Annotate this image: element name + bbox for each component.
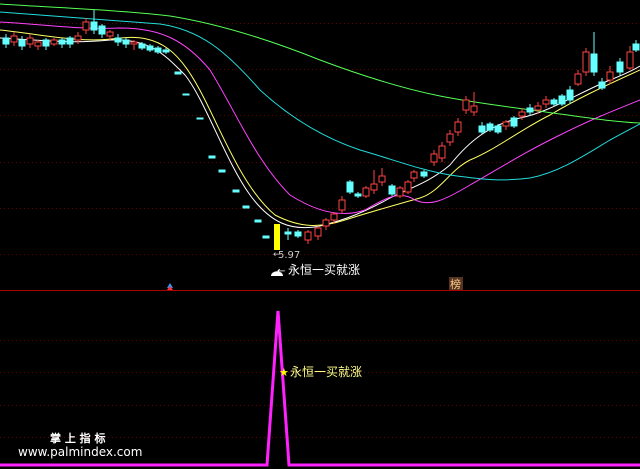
stock-chart: 5.97 ← ← 永恒一买就涨 榜 ★ 永恒一买就涨 掌 上 指 标 www.p… (0, 3, 640, 467)
candle-body (254, 219, 262, 223)
candle-body (314, 227, 322, 237)
candle-body (346, 181, 354, 193)
candle-body (262, 235, 270, 239)
candle-body (598, 81, 606, 89)
candle-body (430, 153, 438, 163)
watermark-title: 掌 上 指 标 (50, 431, 106, 445)
candle-body (294, 231, 302, 237)
candle-body (10, 35, 18, 43)
candle-body (626, 51, 634, 69)
candle-body (82, 21, 90, 31)
candle-body (162, 49, 170, 53)
candle-body (632, 43, 640, 51)
top-badge: 榜 (450, 277, 461, 291)
candle-body (616, 61, 624, 73)
candle-body (420, 171, 428, 177)
candle-body (526, 107, 534, 113)
ma-line (0, 11, 640, 181)
candle-body (510, 117, 518, 127)
signal-bar (274, 224, 280, 250)
candle-body (42, 39, 50, 47)
candle-body (146, 45, 154, 51)
candle-body (2, 37, 10, 45)
candle-body (66, 37, 74, 45)
candle-body (396, 187, 404, 197)
candle-body (106, 31, 114, 37)
candle-body (208, 155, 216, 159)
candle-body (486, 123, 494, 131)
candle-body (130, 41, 138, 45)
candle-body (590, 53, 598, 73)
candle-body (410, 171, 418, 179)
ma-line (0, 29, 640, 226)
candle-body (18, 39, 26, 47)
candle-body (34, 41, 42, 47)
candle-body (354, 193, 362, 197)
indicator-signal-label: 永恒一买就涨 (290, 364, 362, 379)
candle-body (438, 145, 446, 159)
candle-body (494, 125, 502, 133)
watermark-url: www.palmindex.com (18, 445, 142, 459)
candle-body (454, 121, 462, 133)
candle-body (182, 93, 190, 96)
candle-body (370, 183, 378, 191)
candle-body (330, 213, 338, 221)
candle-body (90, 21, 98, 31)
candle-body (98, 25, 106, 35)
candle-body (446, 133, 454, 143)
candle-body (122, 39, 130, 45)
star-icon: ★ (279, 366, 289, 379)
candle-body (74, 35, 82, 41)
candle-body (362, 187, 370, 197)
candle-body (566, 89, 574, 101)
low-price-label: 5.97 (278, 250, 300, 261)
candle-body (58, 39, 66, 45)
candle-body (174, 71, 182, 75)
candle-body (304, 231, 312, 241)
candle-body (284, 231, 292, 235)
candle-body (478, 125, 486, 133)
candle-body (518, 111, 526, 117)
candle-body (26, 37, 34, 45)
candle-body (232, 189, 240, 193)
candle-body (606, 71, 614, 81)
candle-body (322, 219, 330, 227)
candle-body (242, 205, 250, 209)
candle-body (582, 51, 590, 73)
candle-body (534, 105, 542, 111)
candle-body (50, 39, 58, 45)
candle-body (154, 47, 162, 53)
candle-body (542, 99, 550, 105)
candle-body (378, 175, 386, 183)
candle-body (558, 95, 566, 105)
candle-body (114, 37, 122, 43)
candle-body (218, 169, 226, 173)
buy-signal-label: 永恒一买就涨 (288, 262, 360, 277)
candle-body (574, 73, 582, 85)
candle-body (138, 43, 146, 49)
signal-arrow-icon: ← (277, 266, 285, 277)
low-arrow-icon: ← (273, 250, 281, 260)
candle-body (388, 185, 396, 195)
candle-body (404, 181, 412, 193)
candle-body (196, 117, 204, 120)
candle-body (470, 105, 478, 113)
candle-body (462, 99, 470, 111)
candle-body (502, 121, 510, 127)
candle-body (550, 99, 558, 105)
candle-body (338, 199, 346, 211)
